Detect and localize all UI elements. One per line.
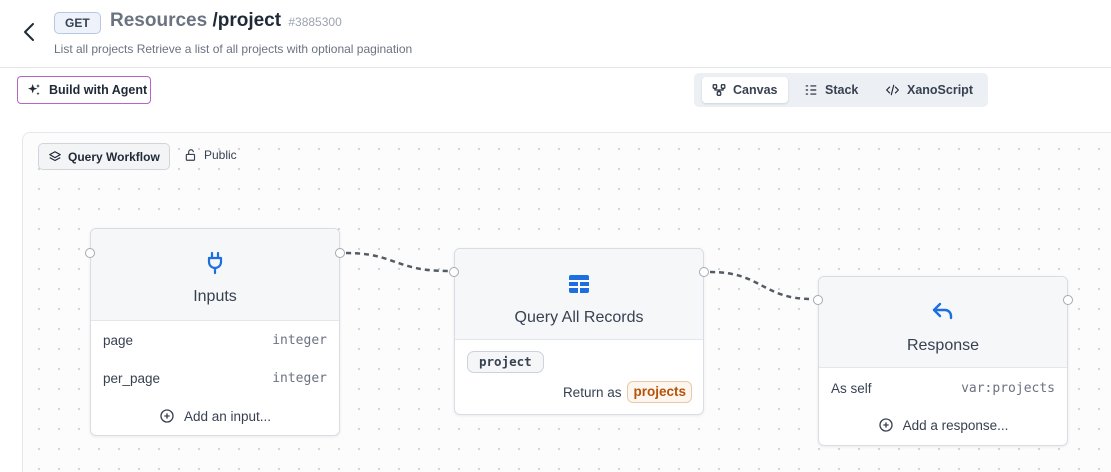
tab-canvas[interactable]: Canvas bbox=[702, 77, 788, 103]
inputs-port-in[interactable] bbox=[85, 248, 95, 258]
query-all-records-node[interactable]: Query All Records project Return as proj… bbox=[449, 248, 709, 415]
inputs-node[interactable]: Inputs page integer per_page integer Add… bbox=[85, 228, 345, 436]
plug-icon bbox=[207, 251, 223, 275]
visibility-label: Public bbox=[204, 148, 237, 162]
response-port-out[interactable] bbox=[1063, 295, 1073, 305]
query-port-in[interactable] bbox=[449, 267, 459, 277]
query-port-out[interactable] bbox=[699, 267, 709, 277]
sparkles-icon bbox=[28, 84, 40, 96]
code-icon bbox=[886, 84, 899, 96]
response-node[interactable]: Response As self var:projects Add a resp… bbox=[813, 276, 1073, 446]
unlock-icon bbox=[185, 149, 196, 161]
add-response-button[interactable]: Add a response... bbox=[819, 417, 1067, 433]
layers-icon bbox=[49, 150, 61, 161]
record-id: #3885300 bbox=[288, 15, 342, 29]
add-input-button[interactable]: Add an input... bbox=[91, 408, 339, 424]
return-as-label: Return as bbox=[562, 384, 622, 400]
endpoint-header: GET Resources /project #3885300 List all… bbox=[0, 0, 1111, 68]
page-title: Resources /project #3885300 bbox=[110, 10, 342, 32]
response-port-in[interactable] bbox=[813, 295, 823, 305]
inputs-node-title: Inputs bbox=[193, 288, 237, 305]
inputs-node-header: Inputs bbox=[91, 229, 339, 321]
query-workflow-label: Query Workflow bbox=[68, 149, 160, 164]
query-node-header: Query All Records bbox=[455, 249, 703, 340]
visibility-toggle[interactable]: Public bbox=[184, 148, 237, 162]
input-name: per_page bbox=[103, 371, 161, 386]
input-row-page[interactable]: page integer bbox=[103, 333, 327, 348]
build-with-agent-button[interactable]: Build with Agent bbox=[17, 76, 151, 104]
plus-circle-icon bbox=[160, 409, 174, 423]
build-with-agent-label: Build with Agent bbox=[49, 83, 148, 97]
canvas-icon bbox=[712, 84, 726, 96]
input-row-per-page[interactable]: per_page integer bbox=[103, 371, 327, 386]
tab-xanoscript[interactable]: XanoScript bbox=[875, 77, 983, 103]
reply-icon bbox=[932, 302, 953, 320]
title-path: /project bbox=[212, 10, 282, 31]
table-icon bbox=[569, 275, 589, 293]
response-value: var:projects bbox=[961, 381, 1055, 396]
plus-circle-icon bbox=[878, 418, 893, 432]
add-response-label: Add a response... bbox=[902, 417, 1009, 433]
input-name: page bbox=[103, 333, 134, 348]
inputs-port-out[interactable] bbox=[335, 248, 345, 258]
title-group: Resources bbox=[110, 10, 213, 31]
response-node-title: Response bbox=[906, 337, 980, 354]
tab-stack-label: Stack bbox=[825, 83, 859, 97]
stack-icon bbox=[805, 85, 817, 95]
http-method-badge: GET bbox=[54, 12, 101, 34]
view-toggle: Canvas Stack XanoScript bbox=[694, 73, 988, 107]
table-chip[interactable]: project bbox=[467, 351, 544, 373]
add-input-label: Add an input... bbox=[183, 408, 272, 424]
return-as-row: Return as projects bbox=[563, 381, 692, 403]
input-type: integer bbox=[272, 333, 327, 348]
endpoint-description: List all projects Retrieve a list of all… bbox=[54, 42, 413, 56]
response-row[interactable]: As self var:projects bbox=[831, 381, 1055, 396]
response-node-header: Response bbox=[819, 277, 1067, 368]
tab-stack[interactable]: Stack bbox=[794, 77, 868, 103]
back-arrow-icon[interactable] bbox=[18, 20, 42, 44]
input-type: integer bbox=[272, 371, 327, 386]
query-node-title: Query All Records bbox=[514, 309, 644, 326]
tab-xanoscript-label: XanoScript bbox=[907, 83, 973, 97]
response-label: As self bbox=[831, 381, 872, 396]
return-var-chip[interactable]: projects bbox=[627, 381, 692, 403]
query-workflow-button[interactable]: Query Workflow bbox=[38, 143, 170, 170]
tab-canvas-label: Canvas bbox=[733, 83, 778, 97]
